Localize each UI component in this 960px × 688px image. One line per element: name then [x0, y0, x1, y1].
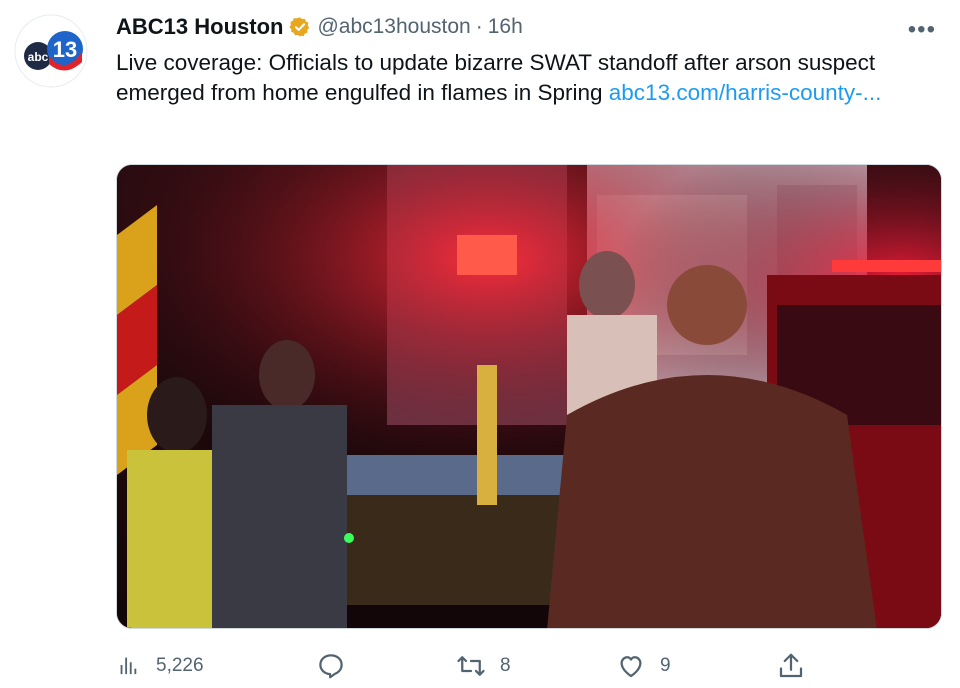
tweet-header: ABC13 Houston @abc13houston · 16h ••• [116, 12, 946, 44]
share-icon [779, 653, 803, 678]
svg-text:13: 13 [53, 37, 77, 62]
separator-dot: · [475, 15, 483, 38]
svg-text:abc: abc [28, 50, 49, 64]
retweet-count: 8 [500, 655, 511, 676]
avatar[interactable]: abc 13 [14, 14, 88, 88]
heart-icon [620, 656, 642, 678]
analytics-icon [120, 657, 137, 675]
reply-icon [319, 654, 343, 679]
author-name[interactable]: ABC13 Houston [116, 14, 283, 40]
verified-badge-icon[interactable] [289, 16, 311, 38]
tweet-media-image[interactable] [116, 164, 942, 629]
retweet-icon [457, 656, 485, 676]
abc13-logo: abc 13 [14, 14, 88, 88]
tweet-time[interactable]: 16h [488, 15, 523, 39]
views-count: 5,226 [156, 655, 204, 676]
more-options-icon[interactable]: ••• [908, 16, 936, 44]
author-handle[interactable]: @abc13houston [317, 15, 470, 39]
tweet-link[interactable]: abc13.com/harris-county-... [609, 80, 882, 105]
like-button[interactable]: 9 [616, 648, 671, 684]
share-button[interactable] [776, 648, 820, 684]
retweet-button[interactable]: 8 [456, 648, 511, 684]
views-button[interactable]: 5,226 [116, 648, 204, 684]
like-count: 9 [660, 655, 671, 676]
tweet-actions: 5,226 8 9 [116, 648, 936, 684]
tweet-text: Live coverage: Officials to update bizar… [116, 48, 946, 108]
reply-button[interactable] [316, 648, 360, 684]
photo-icon [117, 165, 941, 628]
